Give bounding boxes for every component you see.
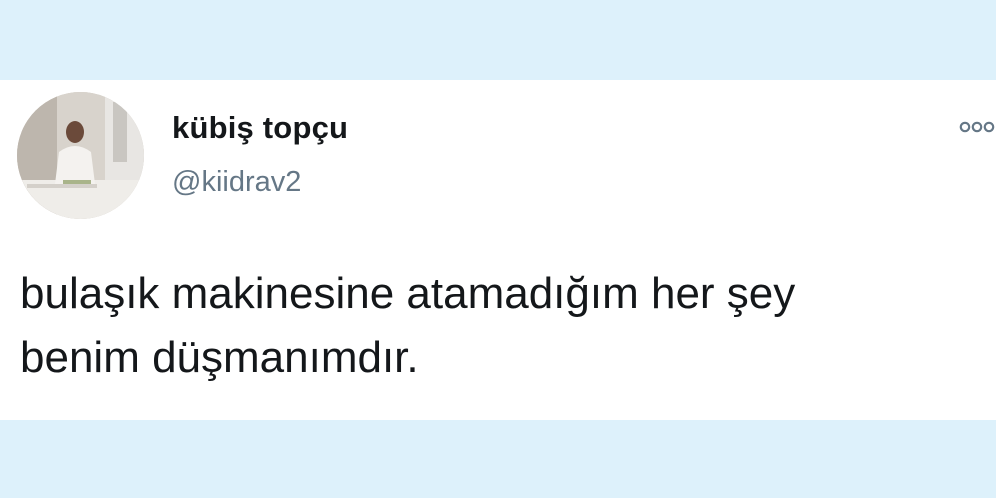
user-photo-avatar[interactable] — [17, 92, 144, 219]
tweet-text-line: benim düşmanımdır. — [20, 333, 419, 382]
more-dots-icon — [959, 121, 995, 133]
author-display-name[interactable]: kübiş topçu — [172, 110, 348, 146]
author-handle[interactable]: @kiidrav2 — [172, 166, 301, 199]
bottom-background-band — [0, 420, 996, 498]
avatar-photo-icon — [17, 92, 144, 219]
top-background-band — [0, 0, 996, 80]
tweet-text: bulaşık makinesine atamadığım her şey be… — [20, 262, 996, 390]
tweet-text-line: bulaşık makinesine atamadığım her şey — [20, 269, 796, 318]
tweet-card: kübiş topçu @kiidrav2 bulaşık makinesine… — [0, 80, 996, 420]
more-options-button[interactable] — [958, 116, 996, 138]
